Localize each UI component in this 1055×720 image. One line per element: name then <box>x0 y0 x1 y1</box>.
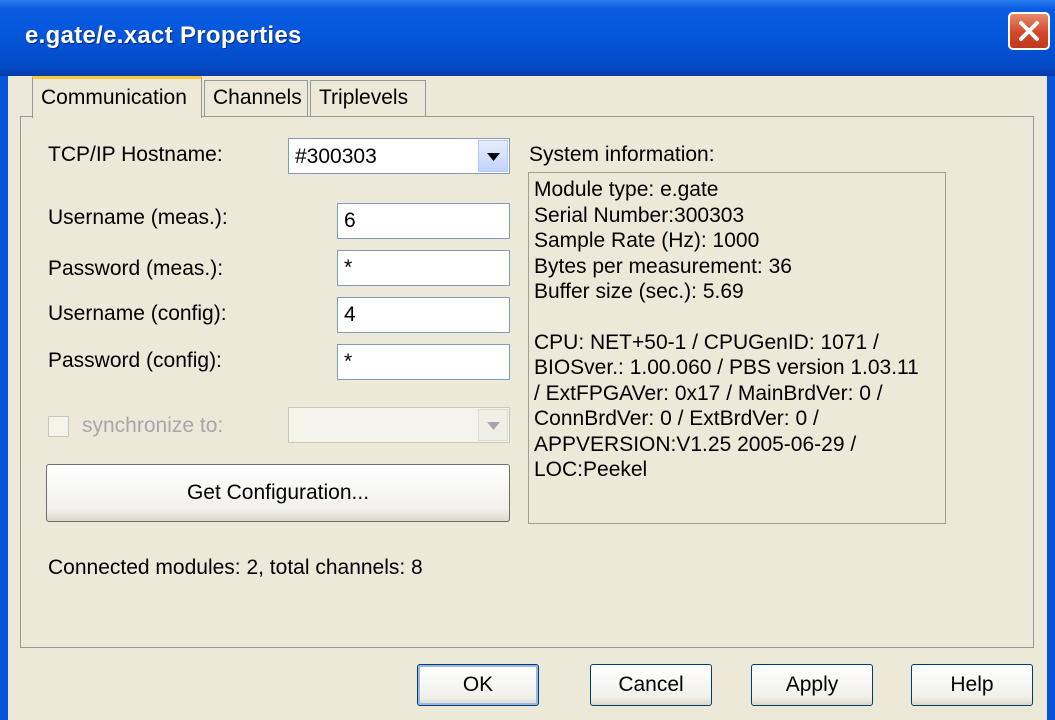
close-icon <box>1019 21 1039 41</box>
hostname-dropdown-button[interactable] <box>478 140 508 172</box>
ok-button[interactable]: OK <box>417 664 539 706</box>
help-button-label: Help <box>950 673 994 696</box>
help-button[interactable]: Help <box>911 664 1033 706</box>
hostname-value: #300303 <box>295 145 377 168</box>
cancel-button[interactable]: Cancel <box>590 664 712 706</box>
system-info-line: Buffer size (sec.): 5.69 <box>534 280 744 303</box>
system-info-line: LOC:Peekel <box>534 458 648 481</box>
system-info-line: Sample Rate (Hz): 1000 <box>534 229 760 252</box>
apply-button-label: Apply <box>785 673 839 696</box>
password-meas-label: Password (meas.): <box>48 257 224 280</box>
connected-modules-status: Connected modules: 2, total channels: 8 <box>48 556 423 579</box>
window-title: e.gate/e.xact Properties <box>25 22 302 49</box>
synchronize-combobox[interactable] <box>288 407 510 443</box>
hostname-combobox[interactable]: #300303 <box>288 138 510 174</box>
tab-communication-label: Communication <box>41 86 187 109</box>
tab-triplevels[interactable]: Triplevels <box>310 80 426 116</box>
synchronize-label: synchronize to: <box>82 414 224 437</box>
hostname-label: TCP/IP Hostname: <box>48 143 223 166</box>
system-info-line: Bytes per measurement: 36 <box>534 254 792 278</box>
password-meas-input[interactable] <box>337 250 510 286</box>
chevron-down-icon <box>487 153 500 161</box>
system-info-line: CPU: NET+50-1 / CPUGenID: 1071 / <box>534 330 879 354</box>
tab-channels-label: Channels <box>213 86 302 109</box>
get-configuration-button[interactable]: Get Configuration... <box>46 464 510 522</box>
system-info-line: / ExtFPGAVer: 0x17 / MainBrdVer: 0 / <box>534 381 883 405</box>
password-config-label: Password (config): <box>48 349 222 372</box>
properties-dialog: e.gate/e.xact Properties Communication C… <box>0 0 1055 720</box>
system-info-line: ConnBrdVer: 0 / ExtBrdVer: 0 / <box>534 407 819 430</box>
system-info-line: Module type: e.gate <box>534 178 719 201</box>
cancel-button-label: Cancel <box>618 673 684 696</box>
window-frame-left <box>0 76 8 720</box>
system-info-box: Module type: e.gate Serial Number:300303… <box>528 172 946 524</box>
system-info-line: BIOSver.: 1.00.060 / PBS version 1.03.11 <box>534 356 919 379</box>
synchronize-dropdown-button[interactable] <box>478 409 508 441</box>
tab-channels[interactable]: Channels <box>204 80 308 116</box>
system-info-line: Serial Number:300303 <box>534 203 745 227</box>
system-info-spacer <box>534 305 940 330</box>
username-config-input[interactable] <box>337 297 510 333</box>
username-config-label: Username (config): <box>48 302 227 325</box>
synchronize-checkbox[interactable] <box>48 416 69 437</box>
get-configuration-label: Get Configuration... <box>186 481 370 504</box>
chevron-down-icon <box>487 422 500 430</box>
system-info-label: System information: <box>529 143 715 166</box>
system-info-line: APPVERSION:V1.25 2005-06-29 / <box>534 432 857 456</box>
window-frame-right <box>1047 76 1055 720</box>
title-bar[interactable]: e.gate/e.xact Properties <box>0 0 1055 76</box>
apply-button[interactable]: Apply <box>751 664 873 706</box>
password-config-input[interactable] <box>337 344 510 380</box>
username-meas-input[interactable] <box>337 203 510 239</box>
ok-button-label: OK <box>462 673 494 696</box>
tab-triplevels-label: Triplevels <box>319 86 409 109</box>
close-button[interactable] <box>1008 12 1050 50</box>
username-meas-label: Username (meas.): <box>48 206 228 229</box>
tab-communication[interactable]: Communication <box>32 76 202 118</box>
